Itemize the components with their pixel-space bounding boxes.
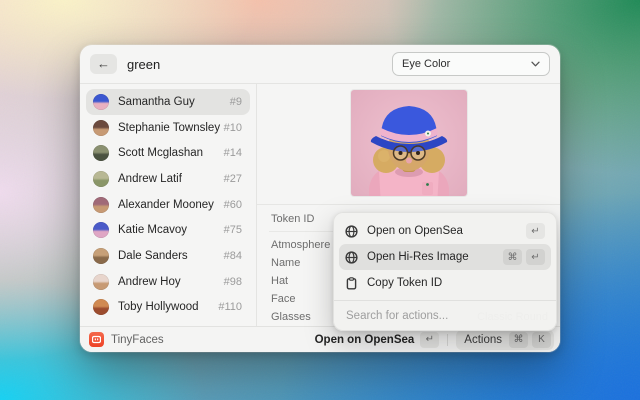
list-item-name: Scott Mcglashan [118, 147, 203, 159]
actions-menu: Open on OpenSea ↵ Open Hi-Res Image ⌘ ↵ … [333, 212, 557, 331]
search-query[interactable]: green [127, 57, 160, 72]
list-item-name: Samantha Guy [118, 96, 195, 108]
menu-item-copy-token-id[interactable]: Copy Token ID [339, 270, 551, 296]
command-key: ⌘ [503, 249, 522, 265]
avatar [93, 120, 109, 136]
list-item[interactable]: Andrew Latif #27 [86, 166, 250, 192]
token-number: #98 [224, 276, 242, 288]
k-key: K [532, 332, 551, 348]
actions-search-input[interactable]: Search for actions... [339, 301, 551, 330]
back-arrow-icon: ← [97, 55, 110, 73]
list-item-name: Alexander Mooney [118, 199, 214, 211]
list-item[interactable]: Dale Sanders #84 [86, 243, 250, 269]
list-item-name: Andrew Latif [118, 173, 182, 185]
menu-item-open-hires-image[interactable]: Open Hi-Res Image ⌘ ↵ [339, 244, 551, 270]
token-number: #75 [224, 224, 242, 236]
list-item-name: Dale Sanders [118, 250, 188, 262]
token-number: #60 [224, 199, 242, 211]
menu-item-open-on-opensea[interactable]: Open on OpenSea ↵ [339, 218, 551, 244]
list-item-name: Katie Mcavoy [118, 224, 187, 236]
globe-icon [345, 251, 358, 264]
app-name: TinyFaces [111, 334, 164, 346]
avatar [93, 197, 109, 213]
results-list: Samantha Guy #9 Stephanie Townsley #10 S… [80, 84, 256, 326]
avatar [93, 145, 109, 161]
token-avatar-illustration [351, 90, 467, 196]
command-key: ⌘ [509, 332, 528, 348]
return-key: ↵ [526, 223, 545, 239]
avatar [93, 222, 109, 238]
list-item-name: Toby Hollywood [118, 301, 199, 313]
header: ← green Eye Color [80, 45, 560, 84]
token-number: #27 [224, 173, 242, 185]
avatar [93, 248, 109, 264]
avatar [93, 274, 109, 290]
avatar [93, 94, 109, 110]
token-number: #9 [230, 96, 242, 108]
clipboard-icon [345, 277, 358, 290]
list-item-name: Andrew Hoy [118, 276, 181, 288]
chevron-down-icon [531, 61, 540, 67]
list-item[interactable]: Andrew Hoy #98 [86, 269, 250, 295]
return-key: ↵ [420, 332, 439, 348]
tinyfaces-logo-icon [89, 332, 104, 347]
menu-item-label: Open on OpenSea [367, 225, 463, 237]
actions-button[interactable]: Actions ⌘ K [456, 330, 554, 350]
avatar [93, 171, 109, 187]
list-item[interactable]: Samantha Guy #9 [86, 89, 250, 115]
token-number: #84 [224, 250, 242, 262]
list-item[interactable]: Stephanie Townsley #10 [86, 115, 250, 141]
menu-item-label: Copy Token ID [367, 277, 442, 289]
eye-color-dropdown[interactable]: Eye Color [392, 52, 550, 76]
token-number: #10 [224, 122, 242, 134]
avatar [93, 299, 109, 315]
menu-item-label: Open Hi-Res Image [367, 251, 469, 263]
globe-icon [345, 225, 358, 238]
back-button[interactable]: ← [90, 54, 117, 74]
divider [447, 334, 448, 346]
list-item[interactable]: Alexander Mooney #60 [86, 192, 250, 218]
dropdown-label: Eye Color [402, 58, 450, 70]
token-number: #110 [218, 301, 242, 313]
list-item[interactable]: Scott Mcglashan #14 [86, 140, 250, 166]
list-item[interactable]: Toby Hollywood #110 [86, 295, 250, 321]
list-item[interactable]: Katie Mcavoy #75 [86, 217, 250, 243]
return-key: ↵ [526, 249, 545, 265]
tinyfaces-window: ← green Eye Color Samantha Guy #9 Stepha… [80, 45, 560, 352]
token-number: #14 [224, 147, 242, 159]
list-item-name: Stephanie Townsley [118, 122, 220, 134]
token-image [351, 90, 467, 196]
primary-action-button[interactable]: Open on OpenSea [315, 334, 415, 346]
